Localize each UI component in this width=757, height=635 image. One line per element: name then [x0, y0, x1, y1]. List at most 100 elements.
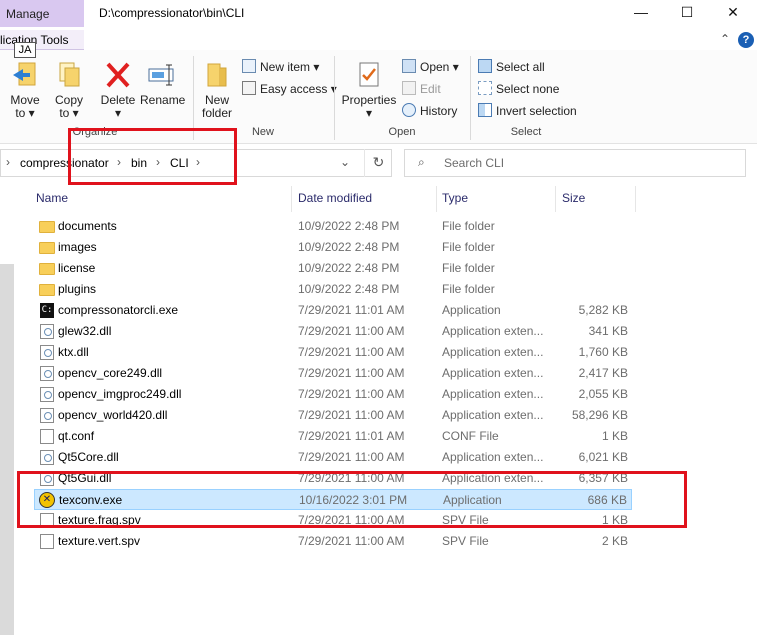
- navigation-pane-scrollbar[interactable]: [0, 264, 14, 635]
- file-date-modified: 7/29/2021 11:01 AM: [298, 429, 405, 443]
- open-button[interactable]: Open ▾: [402, 58, 459, 78]
- file-type: File folder: [442, 219, 495, 233]
- help-icon[interactable]: ?: [738, 32, 754, 48]
- file-date-modified: 7/29/2021 11:01 AM: [298, 303, 405, 317]
- close-button[interactable]: ✕: [710, 0, 756, 26]
- new-group-label: New: [251, 126, 274, 138]
- file-date-modified: 10/9/2022 2:48 PM: [298, 282, 400, 296]
- file-row[interactable]: texture.vert.spv 7/29/2021 11:00 AM SPV Fi…: [34, 531, 632, 552]
- file-size: 58,296 KB: [571, 408, 628, 422]
- file-name: qt.conf: [58, 429, 95, 443]
- file-date-modified: 10/9/2022 2:48 PM: [298, 240, 400, 254]
- annotation-box-texconv: [17, 471, 687, 528]
- column-divider[interactable]: [436, 186, 437, 212]
- copy-to-label: Copy to ▾: [54, 93, 83, 120]
- annotation-box-address: [68, 128, 237, 185]
- file-row[interactable]: qt.conf 7/29/2021 11:01 AM CONF File 1 KB: [34, 426, 632, 447]
- application-tools-tab[interactable]: lication Tools: [0, 30, 84, 50]
- search-placeholder: Search CLI: [444, 156, 505, 170]
- file-type: Application: [442, 303, 501, 317]
- file-name: documents: [58, 219, 117, 233]
- file-type: Application exten...: [442, 387, 544, 401]
- dll-icon: [40, 324, 54, 339]
- address-dropdown-icon[interactable]: ⌄: [340, 155, 350, 169]
- folder-icon: [39, 242, 55, 254]
- edit-button[interactable]: Edit: [402, 80, 441, 100]
- file-date-modified: 7/29/2021 11:00 AM: [298, 534, 405, 548]
- column-divider[interactable]: [635, 186, 636, 212]
- file-row[interactable]: opencv_imgproc249.dll 7/29/2021 11:00 AM A…: [34, 384, 632, 405]
- new-item-button[interactable]: New item ▾: [242, 58, 319, 78]
- maximize-button[interactable]: ☐: [664, 0, 710, 26]
- file-row[interactable]: opencv_world420.dll 7/29/2021 11:00 AM App…: [34, 405, 632, 426]
- move-to-icon: [10, 60, 40, 90]
- file-row[interactable]: license 10/9/2022 2:48 PM File folder: [34, 258, 632, 279]
- invert-selection-button[interactable]: Invert selection: [478, 102, 577, 122]
- select-none-button[interactable]: Select none: [478, 80, 559, 100]
- manage-tab[interactable]: Manage: [0, 0, 84, 27]
- folder-icon: [39, 284, 55, 296]
- new-folder-label: New folder: [201, 93, 233, 120]
- file-row[interactable]: C: compressonatorcli.exe 7/29/2021 11:01 A…: [34, 300, 632, 321]
- column-header-size[interactable]: Size: [562, 191, 585, 205]
- edit-icon: [402, 81, 416, 95]
- file-type: Application exten...: [442, 345, 544, 359]
- select-all-button[interactable]: Select all: [478, 58, 545, 78]
- history-icon: [402, 103, 416, 117]
- rename-label: Rename: [140, 93, 186, 107]
- column-divider[interactable]: [555, 186, 556, 212]
- ribbon-collapse-icon[interactable]: ⌃: [720, 32, 730, 46]
- keytip-badge: JA: [14, 42, 36, 58]
- properties-label: Properties ▾: [341, 93, 397, 120]
- file-size: 2,055 KB: [578, 387, 628, 401]
- file-row[interactable]: documents 10/9/2022 2:48 PM File folder: [34, 216, 632, 237]
- file-row[interactable]: Qt5Core.dll 7/29/2021 11:00 AM Application…: [34, 447, 632, 468]
- file-type: Application exten...: [442, 450, 544, 464]
- file-date-modified: 7/29/2021 11:00 AM: [298, 408, 405, 422]
- column-header-name[interactable]: Name: [36, 191, 68, 205]
- file-size: 2,417 KB: [578, 366, 628, 380]
- file-name: opencv_core249.dll: [58, 366, 163, 380]
- ribbon-separator: [470, 56, 471, 140]
- easy-access-button[interactable]: Easy access ▾: [242, 80, 337, 100]
- file-row[interactable]: glew32.dll 7/29/2021 11:00 AM Application …: [34, 321, 632, 342]
- column-header-type[interactable]: Type: [442, 191, 468, 205]
- properties-icon: [354, 60, 384, 90]
- file-type: Application exten...: [442, 408, 544, 422]
- new-folder-button[interactable]: New folder: [198, 60, 236, 120]
- dll-icon: [40, 408, 54, 423]
- rename-button[interactable]: Rename: [140, 60, 186, 107]
- column-divider[interactable]: [291, 186, 292, 212]
- select-none-label: Select none: [496, 82, 560, 96]
- move-to-button[interactable]: Move to ▾: [6, 60, 44, 120]
- file-type: File folder: [442, 282, 495, 296]
- file-icon: [40, 534, 54, 549]
- select-all-label: Select all: [496, 60, 545, 74]
- delete-button[interactable]: Delete ▾: [98, 60, 138, 120]
- easy-access-icon: [242, 81, 256, 95]
- file-row[interactable]: plugins 10/9/2022 2:48 PM File folder: [34, 279, 632, 300]
- file-date-modified: 10/9/2022 2:48 PM: [298, 219, 400, 233]
- history-button[interactable]: History: [402, 102, 457, 122]
- file-row[interactable]: images 10/9/2022 2:48 PM File folder: [34, 237, 632, 258]
- file-size: 2 KB: [601, 534, 628, 548]
- refresh-icon[interactable]: ↻: [364, 149, 392, 177]
- file-name: ktx.dll: [58, 345, 89, 359]
- ribbon-separator: [334, 56, 335, 140]
- folder-icon: [39, 221, 55, 233]
- copy-to-button[interactable]: Copy to ▾: [50, 60, 88, 120]
- column-header-date[interactable]: Date modified: [298, 191, 372, 205]
- file-size: 1,760 KB: [578, 345, 628, 359]
- file-size: 6,021 KB: [578, 450, 628, 464]
- delete-label: Delete ▾: [100, 93, 136, 120]
- dll-icon: [40, 387, 54, 402]
- file-size: 5,282 KB: [578, 303, 628, 317]
- file-row[interactable]: opencv_core249.dll 7/29/2021 11:00 AM Appl…: [34, 363, 632, 384]
- ribbon-tab-row: [0, 30, 757, 50]
- properties-button[interactable]: Properties ▾: [340, 60, 398, 120]
- window-title: D:\compressionator\bin\CLI: [99, 6, 245, 20]
- file-name: license: [58, 261, 96, 275]
- minimize-button[interactable]: —: [618, 0, 664, 26]
- open-icon: [402, 59, 416, 73]
- file-row[interactable]: ktx.dll 7/29/2021 11:00 AM Application ext…: [34, 342, 632, 363]
